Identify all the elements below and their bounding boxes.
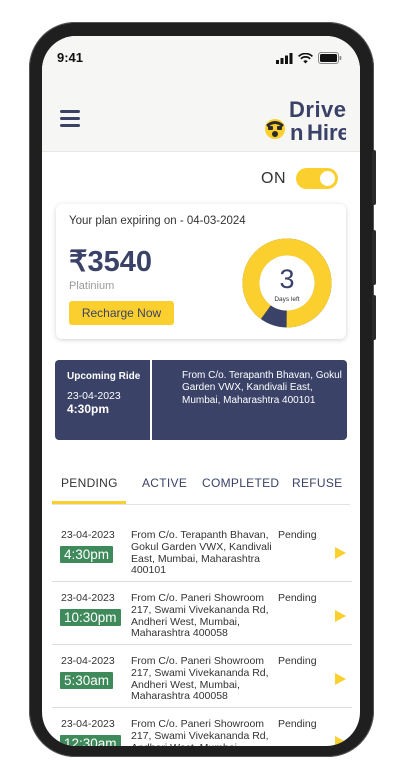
plan-name: Platinium	[69, 280, 115, 292]
upcoming-ride-address: From C/o. Terapanth Bhavan, Gokul Garden…	[182, 370, 342, 406]
svg-text:n: n	[290, 120, 303, 142]
phone-side-button	[372, 230, 376, 285]
days-left-value: 3	[279, 264, 294, 294]
tab-pending[interactable]: PENDING	[61, 476, 118, 490]
availability-toggle-row: ON	[261, 168, 338, 189]
recharge-now-button[interactable]: Recharge Now	[69, 301, 174, 325]
app-screen: 9:41 Driver	[42, 36, 360, 746]
days-left-label: Days left	[274, 296, 299, 303]
plan-card: Your plan expiring on - 04-03-2024 ₹3540…	[56, 204, 346, 339]
ride-row[interactable]: 23-04-2023 12:30am From C/o. Paneri Show…	[52, 709, 352, 746]
ride-status: Pending	[278, 655, 317, 667]
ride-time-badge: 4:30pm	[60, 546, 114, 563]
svg-text:Hire: Hire	[307, 120, 346, 142]
ride-time-badge: 10:30pm	[60, 609, 121, 626]
availability-label: ON	[261, 169, 286, 187]
app-header: 9:41 Driver	[42, 36, 360, 152]
phone-side-button	[372, 150, 376, 205]
ride-time-badge: 12:30am	[60, 735, 121, 746]
battery-icon	[318, 52, 342, 64]
driver-on-hire-logo: Driver n Hire	[264, 97, 355, 145]
ride-date: 23-04-2023	[61, 592, 115, 604]
ride-address: From C/o. Paneri Showroom 217, Swami Viv…	[131, 718, 269, 746]
ride-row[interactable]: 23-04-2023 5:30am From C/o. Paneri Showr…	[52, 646, 352, 708]
tab-active[interactable]: ACTIVE	[142, 476, 187, 490]
play-arrow-icon[interactable]	[335, 736, 346, 746]
availability-toggle[interactable]	[296, 168, 338, 189]
ride-status: Pending	[278, 718, 317, 730]
phone-side-button	[372, 295, 376, 340]
ride-date: 23-04-2023	[61, 655, 115, 667]
ride-row[interactable]: 23-04-2023 10:30pm From C/o. Paneri Show…	[52, 583, 352, 645]
ride-date: 23-04-2023	[61, 718, 115, 730]
ride-address: From C/o. Paneri Showroom 217, Swami Viv…	[131, 592, 269, 640]
play-arrow-icon[interactable]	[335, 610, 346, 622]
hamburger-menu-icon[interactable]	[60, 110, 80, 127]
toggle-knob	[320, 171, 335, 186]
ride-address: From C/o. Terapanth Bhavan, Gokul Garden…	[131, 529, 272, 577]
play-arrow-icon[interactable]	[335, 547, 346, 559]
plan-expiry-text: Your plan expiring on - 04-03-2024	[69, 215, 246, 227]
upcoming-ride-title: Upcoming Ride	[67, 371, 141, 382]
ride-status: Pending	[278, 592, 317, 604]
ride-time-badge: 5:30am	[60, 672, 114, 689]
signal-icon	[276, 52, 293, 64]
upcoming-ride-time: 4:30pm	[67, 402, 110, 416]
tab-completed[interactable]: COMPLETED	[202, 476, 279, 490]
ride-row[interactable]: 23-04-2023 4:30pm From C/o. Terapanth Bh…	[52, 520, 352, 582]
plan-amount: ₹3540	[69, 246, 152, 278]
upcoming-ride-card[interactable]: Upcoming Ride 23-04-2023 4:30pm From C/o…	[55, 360, 347, 440]
ride-status: Pending	[278, 529, 317, 541]
active-tab-indicator	[52, 501, 126, 504]
status-icons	[276, 52, 342, 64]
ride-date: 23-04-2023	[61, 529, 115, 541]
wifi-icon	[298, 52, 313, 63]
ride-address: From C/o. Paneri Showroom 217, Swami Viv…	[131, 655, 269, 703]
ride-status-tabs: PENDING ACTIVE COMPLETED REFUSE	[52, 466, 350, 505]
tab-refuse[interactable]: REFUSE	[292, 476, 342, 490]
status-time: 9:41	[57, 50, 84, 65]
ride-card-divider	[150, 360, 152, 440]
play-arrow-icon[interactable]	[335, 673, 346, 685]
svg-text:Driver: Driver	[289, 98, 346, 122]
days-left-donut: 3 Days left	[242, 238, 332, 328]
ride-list: 23-04-2023 4:30pm From C/o. Terapanth Bh…	[52, 520, 352, 746]
upcoming-ride-date: 23-04-2023	[67, 390, 121, 402]
